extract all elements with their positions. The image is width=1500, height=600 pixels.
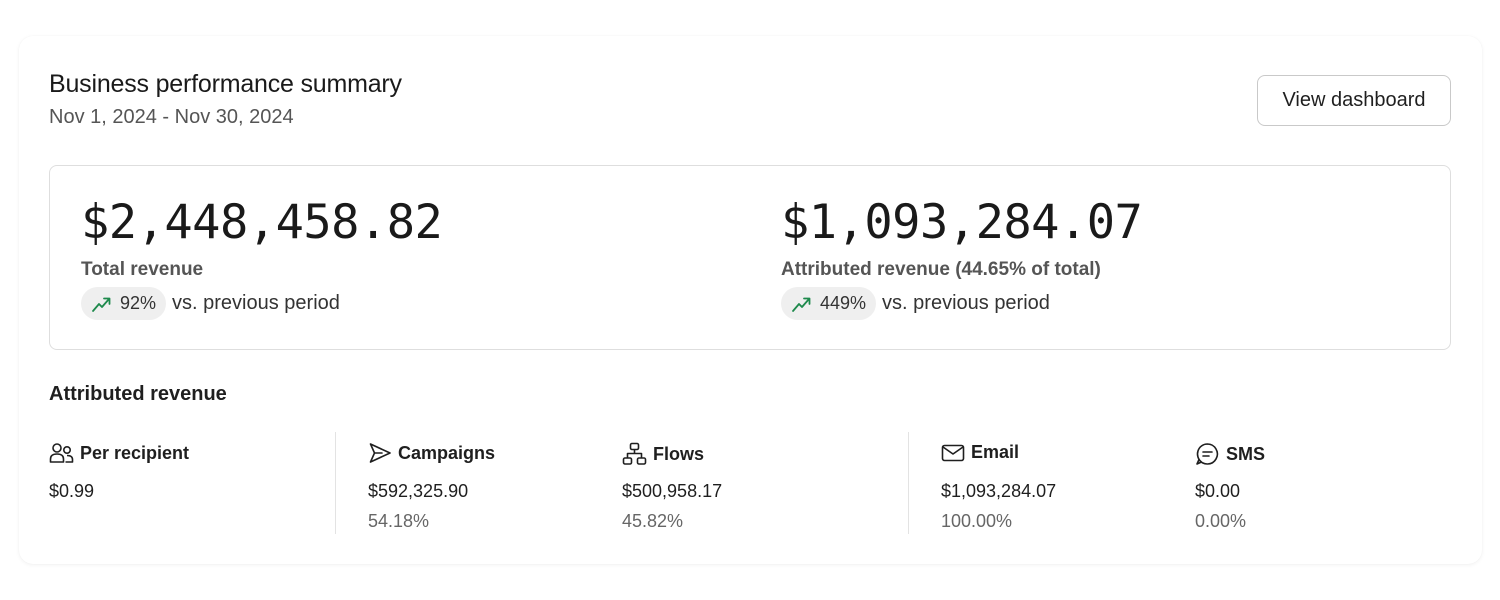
flows-header: Flows (622, 442, 704, 466)
sms-percent: 0.00% (1195, 511, 1247, 531)
total-revenue-trend: 92% vs. previous period (81, 287, 340, 320)
change-badge: 92% (81, 287, 167, 320)
sms-label: SMS (1226, 443, 1266, 464)
change-value: 449% (820, 293, 867, 313)
flows-label: Flows (653, 443, 705, 464)
change-value: 92% (120, 293, 157, 313)
email-header: Email (941, 442, 1019, 463)
campaigns-percent: 54.18% (368, 511, 430, 531)
trending-up-icon (792, 297, 811, 312)
flows-value: $500,958.17 (622, 481, 723, 501)
email-label: Email (971, 442, 1020, 462)
per-recipient-value: $0.99 (49, 481, 95, 501)
date-range: Nov 1, 2024 - Nov 30, 2024 (49, 106, 294, 128)
flows-column: Flows $500,958.17 45.82% (622, 432, 908, 534)
send-icon (369, 443, 391, 463)
flows-percent: 45.82% (622, 511, 684, 531)
chat-icon (1196, 443, 1219, 465)
sms-column: SMS $0.00 0.00% (1195, 432, 1451, 534)
per-recipient-header: Per recipient (49, 442, 189, 464)
email-percent: 100.00% (941, 511, 1013, 531)
comparison-text: vs. previous period (882, 292, 1050, 314)
email-column: Email $1,093,284.07 100.00% (908, 432, 1163, 534)
sms-header: SMS (1195, 442, 1265, 466)
total-revenue-amount: $2,448,458.82 (81, 195, 443, 250)
campaigns-value: $592,325.90 (368, 481, 469, 501)
per-recipient-label: Per recipient (80, 442, 190, 463)
trending-up-icon (92, 297, 111, 312)
attributed-revenue-label: Attributed revenue (44.65% of total) (781, 259, 1101, 280)
attributed-revenue-heading: Attributed revenue (49, 383, 227, 405)
campaigns-label: Campaigns (398, 442, 496, 463)
campaigns-header: Campaigns (368, 442, 495, 464)
change-badge: 449% (781, 287, 877, 320)
attributed-revenue-trend: 449% vs. previous period (781, 287, 1050, 320)
attributed-revenue-amount: $1,093,284.07 (781, 195, 1143, 250)
comparison-text: vs. previous period (172, 292, 340, 314)
campaigns-column: Campaigns $592,325.90 54.18% (335, 432, 590, 534)
sms-value: $0.00 (1195, 481, 1241, 501)
total-revenue-label: Total revenue (81, 259, 204, 280)
per-recipient-column: Per recipient $0.99 (49, 432, 335, 534)
email-value: $1,093,284.07 (941, 481, 1057, 501)
revenue-summary-box: $2,448,458.82 Total revenue 92% vs. prev… (49, 165, 1451, 350)
flow-icon (622, 442, 647, 465)
view-dashboard-button[interactable]: View dashboard (1257, 75, 1451, 126)
page-title: Business performance summary (49, 70, 402, 98)
mail-icon (941, 444, 965, 461)
people-icon (49, 443, 74, 463)
